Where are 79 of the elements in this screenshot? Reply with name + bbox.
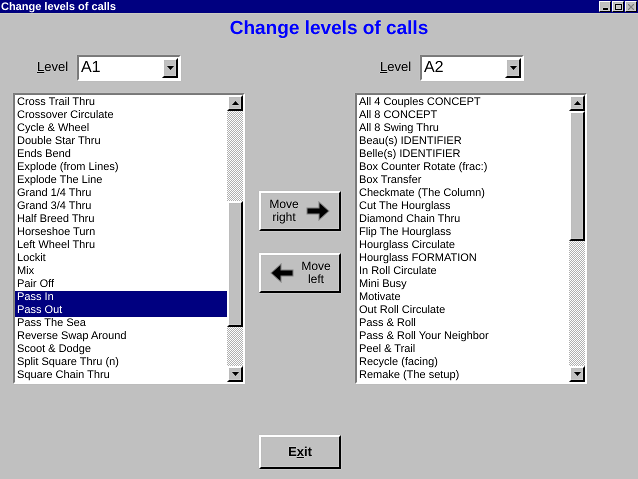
- dropdown-button[interactable]: [505, 58, 521, 78]
- minimize-icon: [602, 8, 608, 10]
- level-value: A1: [80, 58, 102, 78]
- scrollbar[interactable]: [569, 95, 585, 382]
- list-item[interactable]: Hourglass FORMATION: [357, 252, 569, 265]
- level-label: Level: [37, 59, 68, 74]
- list-item[interactable]: Out Roll Circulate: [357, 304, 569, 317]
- list-item[interactable]: Beau(s) IDENTIFIER: [357, 135, 569, 148]
- list-item[interactable]: All 4 Couples CONCEPT: [357, 96, 569, 109]
- maximize-button[interactable]: [612, 1, 624, 12]
- list-item[interactable]: Pass The Sea: [15, 317, 227, 330]
- list-item[interactable]: Box Transfer: [357, 174, 569, 187]
- list-item[interactable]: Flip The Hourglass: [357, 226, 569, 239]
- list-item[interactable]: Reverse Swap Around: [15, 330, 227, 343]
- list-item[interactable]: Cross Trail Thru: [15, 96, 227, 109]
- list-item[interactable]: Motivate: [357, 291, 569, 304]
- window-title: Change levels of calls: [0, 0, 116, 12]
- list-item[interactable]: Hourglass Circulate: [357, 239, 569, 252]
- dropdown-button[interactable]: [162, 58, 178, 78]
- list-item[interactable]: Crossover Circulate: [15, 109, 227, 122]
- list-item[interactable]: Box Counter Rotate (frac:): [357, 161, 569, 174]
- list-item[interactable]: Scoot & Dodge: [15, 343, 227, 356]
- list-item[interactable]: Grand 1/4 Thru: [15, 187, 227, 200]
- list-item[interactable]: Pass Out: [15, 304, 227, 317]
- list-item[interactable]: Belle(s) IDENTIFIER: [357, 148, 569, 161]
- list-item[interactable]: Diamond Chain Thru: [357, 213, 569, 226]
- left-arrow-icon: [269, 261, 296, 285]
- scroll-thumb[interactable]: [227, 201, 243, 327]
- close-button[interactable]: [625, 1, 637, 12]
- list-item[interactable]: Half Breed Thru: [15, 213, 227, 226]
- scrollbar[interactable]: [227, 95, 243, 382]
- level-label: Level: [380, 59, 412, 74]
- list-item[interactable]: Double Star Thru: [15, 135, 227, 148]
- list-item[interactable]: Cycle & Wheel: [15, 122, 227, 135]
- scroll-thumb[interactable]: [569, 111, 585, 241]
- list-item[interactable]: Split Square Thru (n): [15, 356, 227, 369]
- list-item[interactable]: In Roll Circulate: [357, 265, 569, 278]
- list-item[interactable]: Mix: [15, 265, 227, 278]
- list-item[interactable]: Explode (from Lines): [15, 161, 227, 174]
- move-right-button[interactable]: Move right: [259, 191, 341, 231]
- list-item[interactable]: Grand 3/4 Thru: [15, 200, 227, 213]
- move-left-button[interactable]: Move left: [259, 253, 341, 293]
- page-heading: Change levels of calls: [230, 17, 428, 41]
- list-item[interactable]: Cut The Hourglass: [357, 200, 569, 213]
- level-dropdown[interactable]: A2: [420, 55, 524, 81]
- list-item[interactable]: Remake (The setup): [357, 369, 569, 382]
- up-triangle-icon: [574, 101, 580, 105]
- scroll-up-button[interactable]: [569, 95, 585, 111]
- down-triangle-icon: [510, 66, 516, 70]
- down-triangle-icon: [232, 372, 238, 376]
- list-item[interactable]: Horseshoe Turn: [15, 226, 227, 239]
- level-value: A2: [423, 58, 445, 78]
- scroll-down-button[interactable]: [227, 366, 243, 382]
- down-triangle-icon: [574, 372, 580, 376]
- list-item[interactable]: Pass & Roll Your Neighbor: [357, 330, 569, 343]
- list-item[interactable]: Left Wheel Thru: [15, 239, 227, 252]
- scroll-up-button[interactable]: [227, 95, 243, 111]
- up-triangle-icon: [232, 101, 238, 105]
- list-item[interactable]: Ends Bend: [15, 148, 227, 161]
- list-item[interactable]: Square Chain Thru: [15, 369, 227, 382]
- list-item[interactable]: Pass In: [15, 291, 227, 304]
- down-triangle-icon: [166, 66, 174, 70]
- right-arrow-icon: [304, 199, 331, 223]
- list-item[interactable]: Pass & Roll: [357, 317, 569, 330]
- list-item[interactable]: Pair Off: [15, 278, 227, 291]
- exit-button[interactable]: Exit: [259, 435, 341, 469]
- list-item[interactable]: Recycle (facing): [357, 356, 569, 369]
- list-item[interactable]: Explode The Line: [15, 174, 227, 187]
- list-item[interactable]: Checkmate (The Column): [357, 187, 569, 200]
- minimize-button[interactable]: [599, 1, 611, 12]
- level-dropdown[interactable]: A1: [77, 55, 181, 81]
- list-item[interactable]: All 8 CONCEPT: [357, 109, 569, 122]
- list-item[interactable]: Lockit: [15, 252, 227, 265]
- list-item[interactable]: All 8 Swing Thru: [357, 122, 569, 135]
- maximize-icon: [614, 4, 622, 10]
- list-item[interactable]: Peel & Trail: [357, 343, 569, 356]
- scroll-down-button[interactable]: [569, 366, 585, 382]
- list-item[interactable]: Mini Busy: [357, 278, 569, 291]
- close-icon: [628, 4, 634, 10]
